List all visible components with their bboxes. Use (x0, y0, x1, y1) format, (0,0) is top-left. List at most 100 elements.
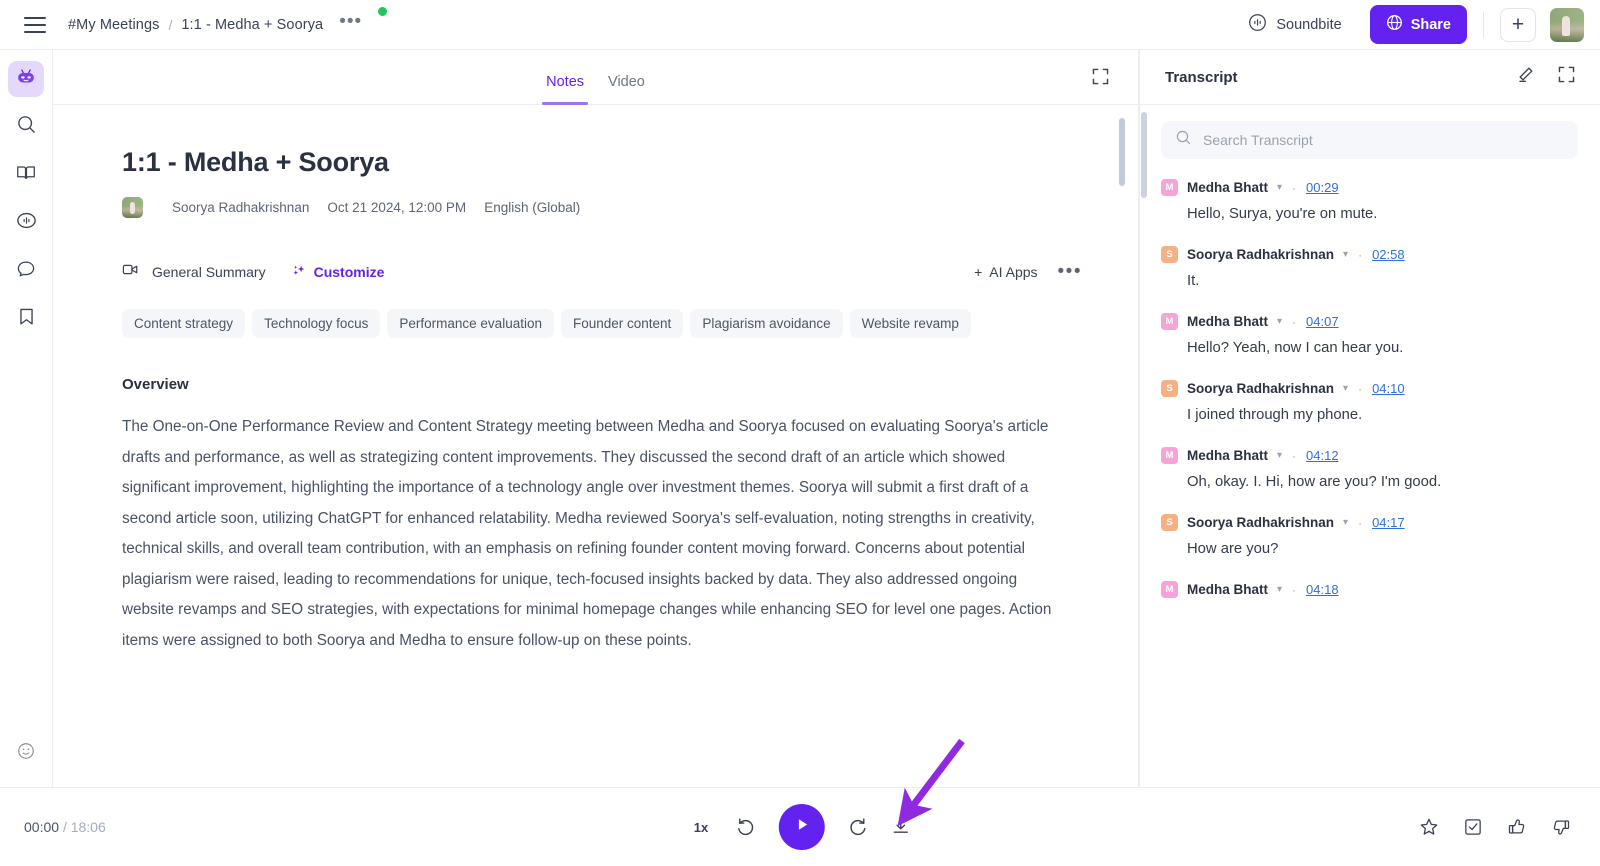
chevron-down-icon[interactable]: ▾ (1277, 450, 1282, 461)
rail-item-feedback[interactable] (8, 735, 44, 771)
checkbox-icon[interactable] (1462, 816, 1484, 838)
add-button[interactable]: + (1500, 7, 1536, 42)
notes-scrollbar-thumb[interactable] (1119, 118, 1125, 186)
chevron-down-icon[interactable]: ▾ (1277, 182, 1282, 193)
notes-content: 1:1 - Medha + Soorya Soorya Radhakrishna… (53, 105, 1138, 656)
search-transcript-input[interactable]: Search Transcript (1161, 121, 1578, 159)
topic-chip[interactable]: Founder content (560, 309, 684, 338)
transcript-entry-header: S Soorya Radhakrishnan ▾ · 04:17 (1161, 514, 1578, 531)
topic-chip[interactable]: Website revamp (849, 309, 971, 338)
transcript-text: Hello? Yeah, now I can hear you. (1187, 340, 1404, 356)
transcript-entry: S Soorya Radhakrishnan ▾ · 04:17 How are… (1161, 514, 1578, 557)
transcript-header-actions (1516, 65, 1576, 89)
transcript-entry: M Medha Bhatt ▾ · 04:18 (1161, 581, 1578, 598)
transcript-text: I joined through my phone. (1187, 407, 1363, 423)
summary-actions: + AI Apps ••• (974, 262, 1082, 281)
tab-notes[interactable]: Notes (542, 74, 588, 105)
left-rail (0, 50, 53, 787)
customize-label: Customize (313, 264, 385, 280)
status-dot (378, 7, 387, 16)
assistant-bot-icon (14, 65, 38, 94)
speaker-avatar: S (1161, 514, 1178, 531)
pencil-icon[interactable] (1516, 65, 1535, 89)
soundbite-icon (1248, 13, 1267, 36)
download-icon[interactable] (890, 816, 912, 838)
chevron-down-icon[interactable]: ▾ (1343, 249, 1348, 260)
transcript-text: Oh, okay. I. Hi, how are you? I'm good. (1187, 474, 1442, 490)
notes-panel: Notes Video 1:1 - Medha + Soorya Soorya … (53, 50, 1139, 787)
rail-item-chat[interactable] (8, 253, 44, 289)
star-icon[interactable] (1418, 816, 1440, 838)
rewind-icon[interactable] (735, 816, 758, 839)
transcript-header: Transcript (1139, 50, 1600, 105)
player-controls: 1x (688, 804, 912, 850)
bookmark-icon (16, 306, 37, 332)
app-root: #My Meetings / 1:1 - Medha + Soorya ••• … (0, 0, 1600, 866)
speaker-avatar: S (1161, 380, 1178, 397)
expand-icon (1091, 68, 1110, 90)
transcript-list[interactable]: M Medha Bhatt ▾ · 00:29 Hello, Surya, yo… (1139, 159, 1600, 769)
timestamp-link[interactable]: 04:17 (1372, 515, 1405, 530)
timestamp-link[interactable]: 04:12 (1306, 448, 1339, 463)
notes-more-button[interactable]: ••• (1058, 262, 1082, 281)
breadcrumb-root[interactable]: #My Meetings (68, 17, 159, 33)
forward-icon[interactable] (846, 816, 869, 839)
ai-apps-button[interactable]: + AI Apps (974, 264, 1037, 280)
rail-item-assistant[interactable] (8, 61, 44, 97)
chevron-down-icon[interactable]: ▾ (1343, 383, 1348, 394)
speaker-name: Soorya Radhakrishnan (1187, 381, 1335, 396)
rail-item-library[interactable] (8, 157, 44, 193)
speaker-name: Soorya Radhakrishnan (1187, 515, 1335, 530)
transcript-scrollbar-thumb[interactable] (1141, 112, 1147, 198)
timestamp-link[interactable]: 04:07 (1306, 314, 1339, 329)
transcript-entry-header: S Soorya Radhakrishnan ▾ · 04:10 (1161, 380, 1578, 397)
tab-video[interactable]: Video (608, 74, 645, 105)
meta-dot: · (1292, 180, 1297, 195)
meta-datetime: Oct 21 2024, 12:00 PM (327, 200, 467, 215)
chevron-down-icon[interactable]: ▾ (1343, 517, 1348, 528)
breadcrumb-current[interactable]: 1:1 - Medha + Soorya (181, 17, 323, 33)
current-time: 00:00 (24, 819, 60, 835)
thumbs-up-icon[interactable] (1506, 816, 1528, 838)
rail-item-soundbite[interactable] (8, 205, 44, 241)
timestamp-link[interactable]: 00:29 (1306, 180, 1339, 195)
topic-chip[interactable]: Performance evaluation (387, 309, 554, 338)
chevron-down-icon[interactable]: ▾ (1277, 584, 1282, 595)
user-avatar[interactable] (1550, 7, 1584, 42)
play-button[interactable] (779, 804, 826, 850)
timestamp-link[interactable]: 04:10 (1372, 381, 1405, 396)
thumbs-down-icon[interactable] (1550, 816, 1572, 838)
soundbite-button[interactable]: Soundbite (1238, 7, 1351, 42)
timestamp-link[interactable]: 02:58 (1372, 247, 1405, 262)
transcript-text: Hello, Surya, you're on mute. (1187, 206, 1378, 222)
speaker-name: Medha Bhatt (1187, 448, 1268, 463)
chevron-down-icon[interactable]: ▾ (1277, 316, 1282, 327)
speaker-avatar: M (1161, 179, 1178, 196)
rail-item-search[interactable] (8, 109, 44, 145)
expand-icon[interactable] (1557, 65, 1576, 89)
smiley-icon (16, 741, 36, 766)
share-button[interactable]: Share (1369, 5, 1467, 44)
breadcrumb-more-button[interactable]: ••• (339, 12, 362, 31)
notes-scroll-area[interactable]: 1:1 - Medha + Soorya Soorya Radhakrishna… (53, 105, 1138, 787)
expand-notes-button[interactable] (1091, 67, 1110, 91)
search-transcript-placeholder: Search Transcript (1203, 132, 1313, 148)
summary-type-label[interactable]: General Summary (152, 264, 266, 280)
rail-item-bookmarks[interactable] (8, 301, 44, 337)
play-icon (794, 816, 811, 838)
transcript-entry: M Medha Bhatt ▾ · 04:07 Hello? Yeah, now… (1161, 313, 1578, 356)
customize-button[interactable]: Customize (291, 263, 385, 282)
book-icon (15, 162, 37, 189)
timestamp-link[interactable]: 04:18 (1306, 582, 1339, 597)
playback-speed-button[interactable]: 1x (688, 816, 714, 839)
topic-chip[interactable]: Technology focus (252, 309, 381, 338)
soundbite-icon (15, 209, 38, 237)
meta-dot: · (1358, 515, 1363, 530)
topic-chip[interactable]: Plagiarism avoidance (690, 309, 843, 338)
player-time: 00:00 / 18:06 (24, 819, 106, 835)
transcript-text: How are you? (1187, 541, 1279, 557)
search-icon (16, 114, 37, 140)
hamburger-icon[interactable] (24, 16, 46, 33)
section-body: The One-on-One Performance Review and Co… (122, 418, 1052, 649)
topic-chip[interactable]: Content strategy (122, 309, 246, 338)
